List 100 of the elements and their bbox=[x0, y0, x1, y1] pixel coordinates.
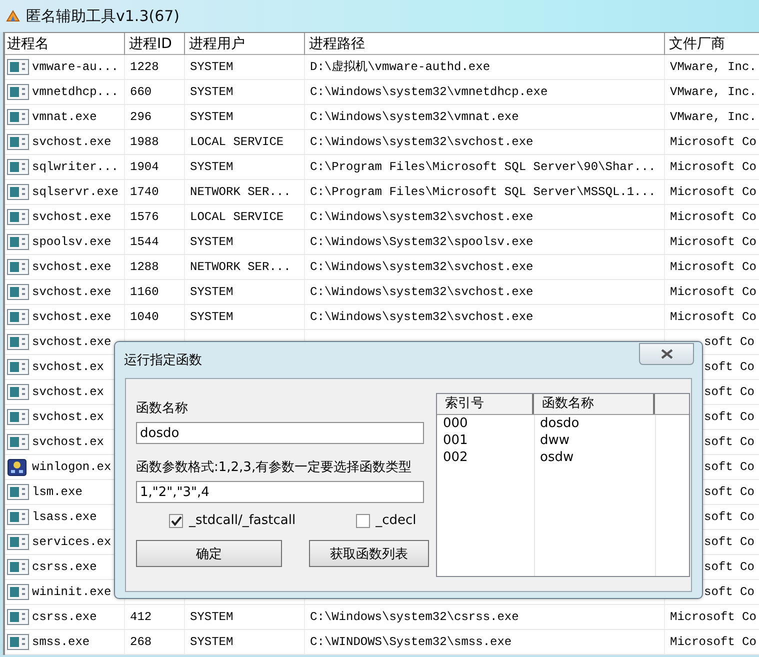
window-icon bbox=[7, 558, 29, 576]
table-cell-text: C:\Windows\system32\svchost.exe bbox=[310, 259, 534, 276]
column-header[interactable]: 进程名 bbox=[5, 33, 125, 55]
table-cell-text: soft Co bbox=[704, 584, 754, 601]
table-cell-text: C:\Windows\System32\spoolsv.exe bbox=[310, 234, 534, 251]
list-cell: 000 bbox=[443, 416, 468, 431]
table-cell-text: SYSTEM bbox=[190, 84, 234, 101]
table-cell-text: Microsoft Co bbox=[670, 209, 756, 226]
table-cell-text: SYSTEM bbox=[190, 234, 234, 251]
input-field[interactable]: dosdo bbox=[136, 422, 424, 444]
table-cell-text: SYSTEM bbox=[190, 59, 234, 76]
window-icon bbox=[7, 184, 29, 200]
table-cell-text: C:\Program Files\Microsoft SQL Server\MSSQL.1... bbox=[310, 184, 656, 201]
table-cell-text: VMware, Inc. bbox=[670, 59, 756, 76]
dialog-button[interactable]: 获取函数列表 bbox=[308, 540, 429, 567]
table-cell-text: LOCAL SERVICE bbox=[190, 209, 284, 226]
dialog-title: 运行指定函数 bbox=[124, 352, 202, 369]
window-icon bbox=[7, 308, 29, 326]
process-name: wininit.exe bbox=[32, 584, 112, 601]
table-cell-text: SYSTEM bbox=[190, 284, 234, 301]
process-name: lsass.exe bbox=[32, 509, 97, 526]
window-icon bbox=[7, 484, 29, 500]
table-cell-text: 1740 bbox=[130, 184, 159, 201]
table-cell-text: SYSTEM bbox=[190, 609, 234, 626]
table-cell-text: VMware, Inc. bbox=[670, 109, 756, 126]
table-cell-text: 268 bbox=[130, 634, 152, 651]
process-name: sqlservr.exe bbox=[32, 184, 118, 201]
column-header[interactable]: 进程路径 bbox=[305, 33, 665, 55]
window-icon bbox=[7, 508, 29, 526]
window-icon bbox=[7, 284, 29, 300]
window-icon bbox=[7, 58, 29, 76]
table-cell-text: Microsoft Co bbox=[670, 309, 756, 326]
table-cell-text: soft Co bbox=[704, 334, 754, 351]
check-icon bbox=[170, 516, 182, 526]
table-cell-text: NETWORK SER... bbox=[190, 184, 291, 201]
table-cell-text: SYSTEM bbox=[190, 159, 234, 176]
column-header[interactable]: 索引号 bbox=[437, 394, 534, 414]
app-icon bbox=[6, 10, 20, 22]
process-name: services.ex bbox=[32, 534, 112, 551]
table-cell-text: SYSTEM bbox=[190, 309, 234, 326]
table-cell-text: soft Co bbox=[704, 409, 754, 426]
window-icon bbox=[7, 608, 29, 626]
list-cell: dww bbox=[540, 433, 570, 448]
table-cell-text: C:\Windows\system32\vmnat.exe bbox=[310, 109, 519, 126]
table-cell-text: 660 bbox=[130, 84, 152, 101]
checkbox-label: _stdcall/_fastcall bbox=[189, 513, 296, 528]
process-name: svchost.exe bbox=[32, 259, 112, 276]
table-cell-text: soft Co bbox=[704, 534, 754, 551]
column-header[interactable]: 函数名称 bbox=[534, 394, 655, 414]
table-cell-text: C:\Windows\system32\vmnetdhcp.exe bbox=[310, 84, 548, 101]
table-cell-text: LOCAL SERVICE bbox=[190, 134, 284, 151]
list-cell: osdw bbox=[540, 450, 574, 465]
table-cell-text: 412 bbox=[130, 609, 152, 626]
close-button[interactable] bbox=[639, 343, 694, 365]
input-field[interactable]: 1,"2","3",4 bbox=[136, 481, 424, 503]
column-header[interactable]: 文件厂商 bbox=[665, 33, 759, 55]
table-cell-text: SYSTEM bbox=[190, 109, 234, 126]
table-cell-text: 1988 bbox=[130, 134, 159, 151]
checkbox-label: _cdecl bbox=[376, 513, 416, 528]
table-cell-text: 1040 bbox=[130, 309, 159, 326]
table-cell-text: C:\Program Files\Microsoft SQL Server\90\Shar... bbox=[310, 159, 656, 176]
table-cell-text: Microsoft Co bbox=[670, 259, 756, 276]
list-cell: 002 bbox=[443, 450, 468, 465]
table-cell-text: 1160 bbox=[130, 284, 159, 301]
table-cell-text: Microsoft Co bbox=[670, 184, 756, 201]
window-icon bbox=[7, 84, 29, 100]
table-cell-text: Microsoft Co bbox=[670, 134, 756, 151]
window-title: 匿名辅助工具v1.3(67) bbox=[26, 6, 180, 26]
process-name: svchost.exe bbox=[32, 209, 112, 226]
field-label: 函数参数格式:1,2,3,有参数一定要选择函数类型 bbox=[136, 459, 413, 476]
window-icon bbox=[7, 634, 29, 650]
checkbox[interactable] bbox=[356, 514, 370, 528]
process-name: spoolsv.exe bbox=[32, 234, 112, 251]
table-cell-text: C:\Windows\system32\svchost.exe bbox=[310, 134, 534, 151]
checkbox[interactable] bbox=[169, 514, 183, 528]
shield-app-icon bbox=[7, 458, 29, 476]
table-cell-text: 1288 bbox=[130, 259, 159, 276]
dialog-button[interactable]: 确定 bbox=[136, 540, 282, 567]
process-name: winlogon.ex bbox=[32, 459, 112, 476]
window-icon bbox=[7, 534, 29, 550]
table-cell-text: 1576 bbox=[130, 209, 159, 226]
table-cell-text: Microsoft Co bbox=[670, 159, 756, 176]
table-cell-text: C:\Windows\system32\csrss.exe bbox=[310, 609, 519, 626]
window-icon bbox=[7, 258, 29, 276]
table-cell-text: 296 bbox=[130, 109, 152, 126]
table-cell-text: soft Co bbox=[704, 384, 754, 401]
process-name: vmnat.exe bbox=[32, 109, 97, 126]
table-cell-text: Microsoft Co bbox=[670, 234, 756, 251]
process-name: svchost.ex bbox=[32, 359, 104, 376]
window-icon bbox=[7, 434, 29, 450]
process-name: vmnetdhcp... bbox=[32, 84, 118, 101]
process-name: svchost.ex bbox=[32, 434, 104, 451]
table-cell-text: soft Co bbox=[704, 434, 754, 451]
close-icon bbox=[660, 348, 674, 360]
column-header[interactable]: 进程用户 bbox=[185, 33, 305, 55]
window-icon bbox=[7, 358, 29, 376]
table-cell-text: Microsoft Co bbox=[670, 284, 756, 301]
window-icon bbox=[7, 234, 29, 250]
column-header[interactable]: 进程ID bbox=[125, 33, 185, 55]
table-cell-text: C:\Windows\system32\svchost.exe bbox=[310, 209, 534, 226]
